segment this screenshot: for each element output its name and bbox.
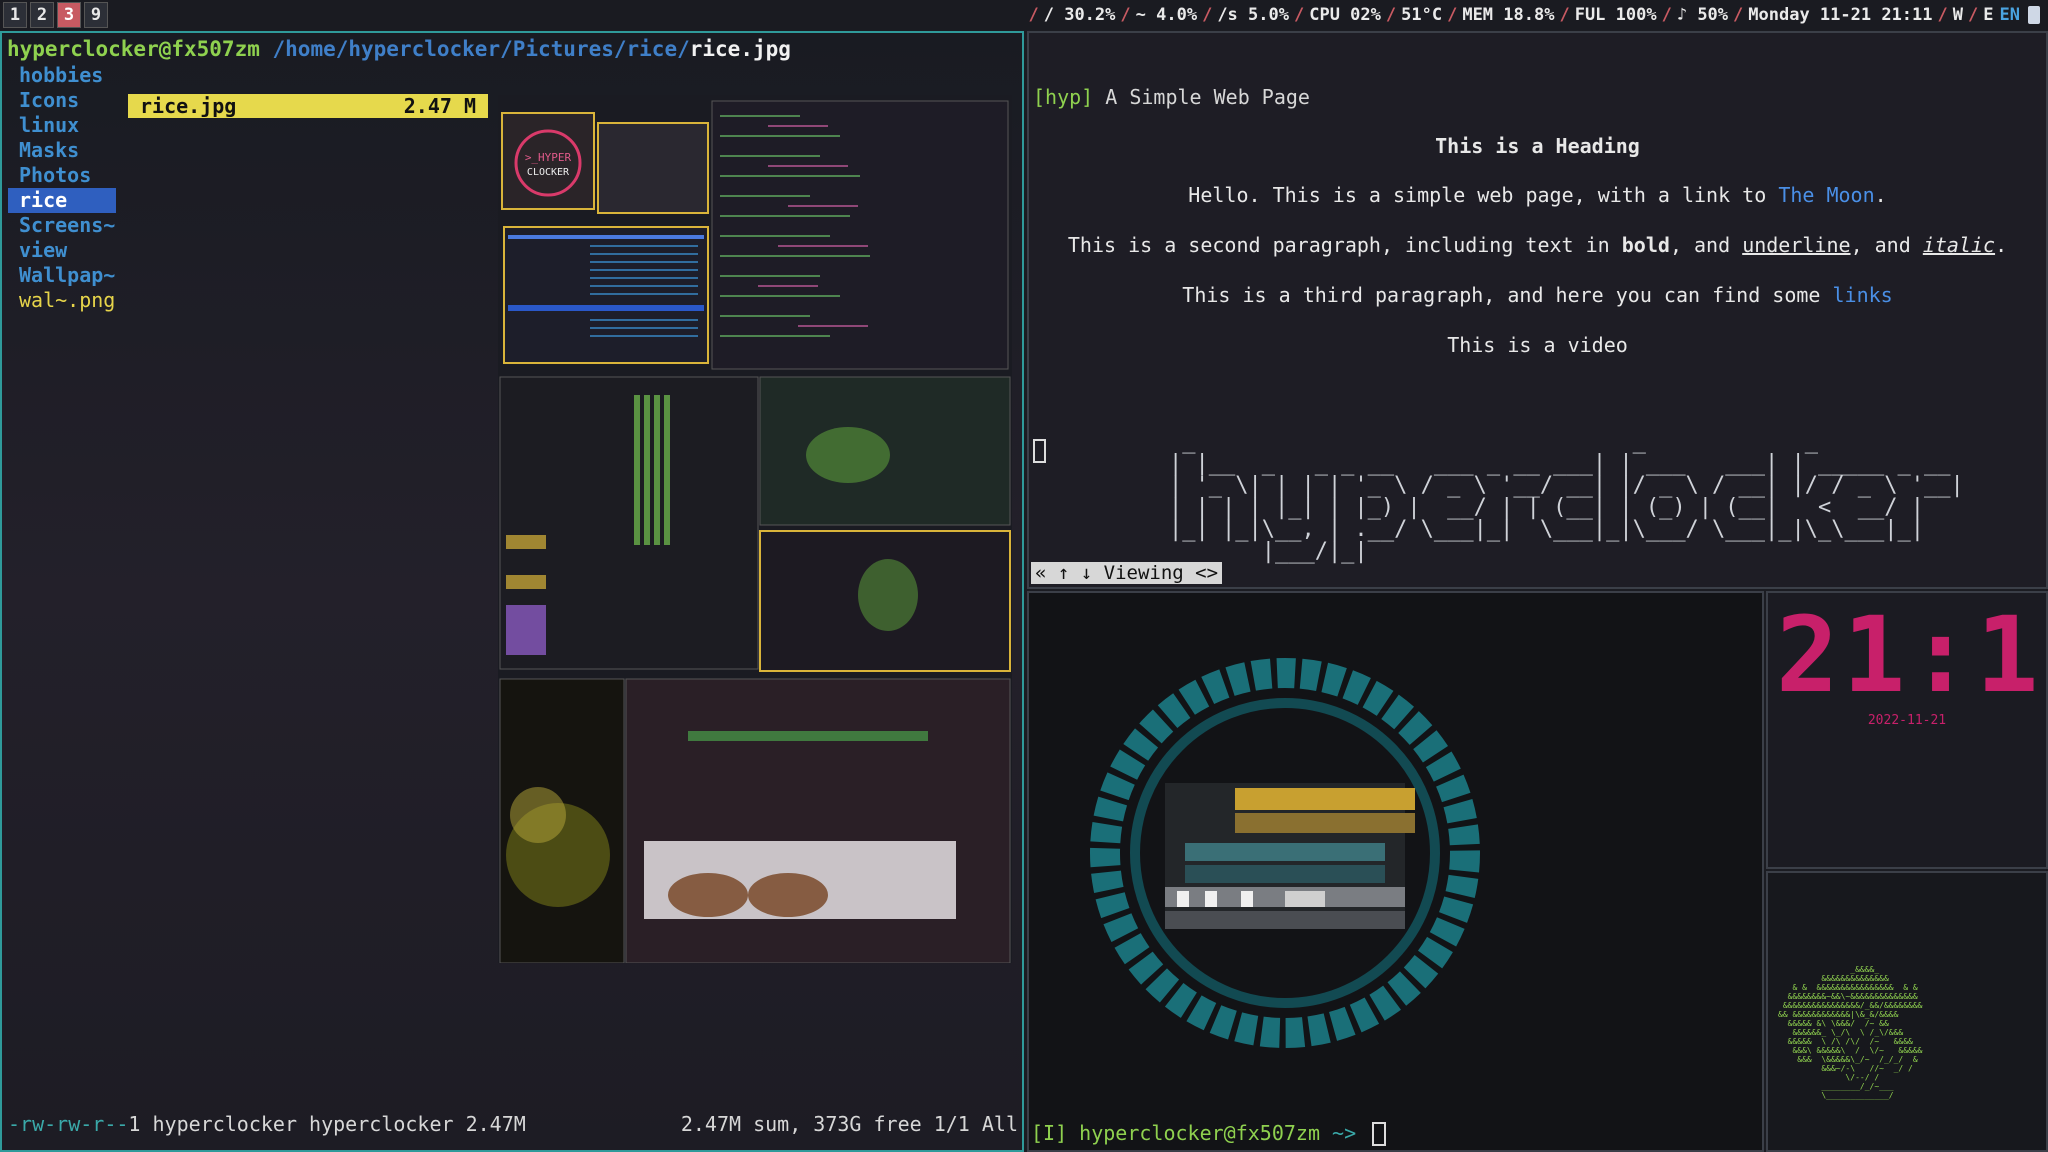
dir-item[interactable]: linux (8, 113, 116, 138)
prompt-cwd: ~> (1320, 1120, 1369, 1145)
terminal-browser[interactable]: [hyp] A Simple Web Page This is a Headin… (1027, 31, 2048, 589)
status-bar: / / 30.2% / ~ 4.0% / /s 5.0% / CPU 02% /… (1023, 0, 2040, 30)
ascii-banner: _ _ _ | |__ _ _ _ __ ___ _ __ ___| | ___… (1169, 429, 1964, 564)
workspace-9[interactable]: 9 (84, 2, 108, 28)
separator: / (1733, 5, 1744, 25)
selected-file-size: 2.47 M (403, 94, 476, 118)
ranger-dir: /home/hyperclocker/Pictures/rice/ (259, 37, 690, 61)
selected-file-name: rice.jpg (140, 94, 237, 118)
battery-icon (2028, 6, 2040, 24)
clock-time: 21:11 (1776, 594, 2046, 716)
separator: / (1937, 5, 1948, 25)
separator: / (1385, 5, 1397, 25)
datetime: Monday 11-21 21:11 (1748, 5, 1933, 25)
mode-indicator: « ↑ ↓ Viewing <> (1031, 562, 1223, 584)
mem-usage: MEM 18.8% (1462, 5, 1555, 25)
wifi-indicator: W (1952, 5, 1964, 25)
separator: / (1120, 5, 1131, 25)
cpu-usage: CPU 02% (1309, 5, 1381, 25)
p2-bold: bold (1621, 233, 1670, 257)
workspace-1[interactable]: 1 (3, 2, 27, 28)
file-owner-size: 1 hyperclocker hyperclocker 2.47M (128, 1112, 526, 1136)
directory-list: hobbies Icons linux Masks Photos rice Sc… (8, 63, 116, 313)
paragraph-1: Hello. This is a simple web page, with a… (1029, 183, 2046, 207)
ranger-current-file: rice.jpg (689, 37, 791, 61)
file-permissions: -rw-rw-r-- (8, 1112, 129, 1136)
ranger-path: hyperclocker@fx507zm /home/hyperclocker/… (7, 37, 791, 61)
svg-text:CLOCKER: CLOCKER (527, 167, 570, 178)
separator: / (1447, 5, 1458, 25)
separator: / (1968, 5, 1979, 25)
separator: / (1661, 5, 1672, 25)
clock-pane: 21:11 2022-11-21 (1766, 591, 2048, 869)
browser-title: A Simple Web Page (1093, 85, 1310, 109)
ethernet-indicator: E (1983, 5, 1994, 25)
p3-text: This is a third paragraph, and here you … (1182, 283, 1833, 307)
links-link[interactable]: links (1833, 283, 1893, 307)
text-cursor (1033, 439, 1046, 463)
p2-text2: , and (1669, 233, 1743, 257)
browser-tag: [hyp] (1033, 85, 1094, 109)
shell-prompt[interactable]: [I] hyperclocker@fx507zm ~> (1031, 1120, 1387, 1146)
battery-status: FUL 100% (1574, 5, 1657, 25)
disk-summary: 2.47M sum, 373G free 1/1 All (680, 1112, 1018, 1136)
image-preview: >_HYPER CLOCKER (498, 95, 1012, 964)
p1-text: Hello. This is a simple web page, with a… (1188, 183, 1779, 207)
workspace-3[interactable]: 3 (57, 2, 81, 28)
paragraph-3: This is a third paragraph, and here you … (1029, 283, 2046, 307)
vi-mode-indicator: [I] (1031, 1120, 1068, 1145)
clock-date: 2022-11-21 (1867, 713, 1947, 728)
dir-item[interactable]: Masks (8, 138, 116, 163)
workspace-2[interactable]: 2 (30, 2, 54, 28)
separator: / (1559, 5, 1570, 25)
p2-end: . (1995, 233, 2008, 257)
bonsai-pane: _&&&&_ &&&&&&&&&&&&&& & & &&&&&&&&&&&&&&… (1766, 871, 2048, 1152)
separator: / (1028, 5, 1039, 25)
ranger-host: hyperclocker@fx507zm (7, 37, 260, 61)
dir-item-selected[interactable]: rice (8, 188, 116, 213)
file-item[interactable]: wal~.png (8, 288, 116, 313)
dir-item[interactable]: Photos (8, 163, 116, 188)
prompt-user: hyperclocker@fx507zm (1067, 1120, 1320, 1145)
page-heading: This is a Heading (1435, 134, 1640, 158)
ascii-bonsai-tree: _&&&&_ &&&&&&&&&&&&&& & & &&&&&&&&&&&&&&… (1778, 965, 1923, 1100)
p2-underline: underline (1742, 233, 1851, 257)
selected-file-row[interactable]: rice.jpg 2.47 M (128, 94, 488, 118)
cpu-temp: 51°C (1401, 5, 1443, 25)
dir-item[interactable]: Wallpap~ (8, 263, 116, 288)
dir-item[interactable]: Icons (8, 88, 116, 113)
p2-text3: , and (1850, 233, 1923, 257)
p2-italic: italic (1922, 233, 1996, 257)
dir-item[interactable]: hobbies (8, 63, 116, 88)
p2-text: This is a second paragraph, including te… (1067, 233, 1622, 257)
p1-end: . (1874, 183, 1887, 207)
separator: / (1293, 5, 1305, 25)
dir-item[interactable]: Screens~ (8, 213, 116, 238)
paragraph-2: This is a second paragraph, including te… (1029, 233, 2046, 257)
pixel-logo-icon (1090, 658, 1480, 1048)
paragraph-4: This is a video (1447, 333, 1628, 357)
disk-home: ~ 4.0% (1135, 5, 1198, 25)
ranger-statusbar: -rw-rw-r-- 1 hyperclocker hyperclocker 2… (8, 1112, 1018, 1136)
terminal-cursor (1372, 1122, 1387, 1146)
svg-text:>_HYPER: >_HYPER (525, 151, 572, 164)
separator: / (1202, 5, 1213, 25)
top-bar: 1 2 3 9 / / 30.2% / ~ 4.0% / /s 5.0% / C… (0, 0, 2048, 30)
ranger-file-manager[interactable]: hyperclocker@fx507zm /home/hyperclocker/… (0, 31, 1024, 1152)
disk-s: /s 5.0% (1217, 5, 1289, 25)
rice-screenshot-preview: >_HYPER CLOCKER (498, 95, 1012, 964)
moon-link[interactable]: The Moon (1778, 183, 1874, 207)
terminal-logo-pane[interactable]: [I] hyperclocker@fx507zm ~> (1027, 591, 1764, 1152)
dir-item[interactable]: view (8, 238, 116, 263)
keyboard-layout[interactable]: EN (2000, 5, 2020, 25)
disk-root: / 30.2% (1043, 5, 1116, 25)
page-title: [hyp] A Simple Web Page (1033, 85, 1310, 109)
volume[interactable]: ♪ 50% (1677, 5, 1728, 25)
